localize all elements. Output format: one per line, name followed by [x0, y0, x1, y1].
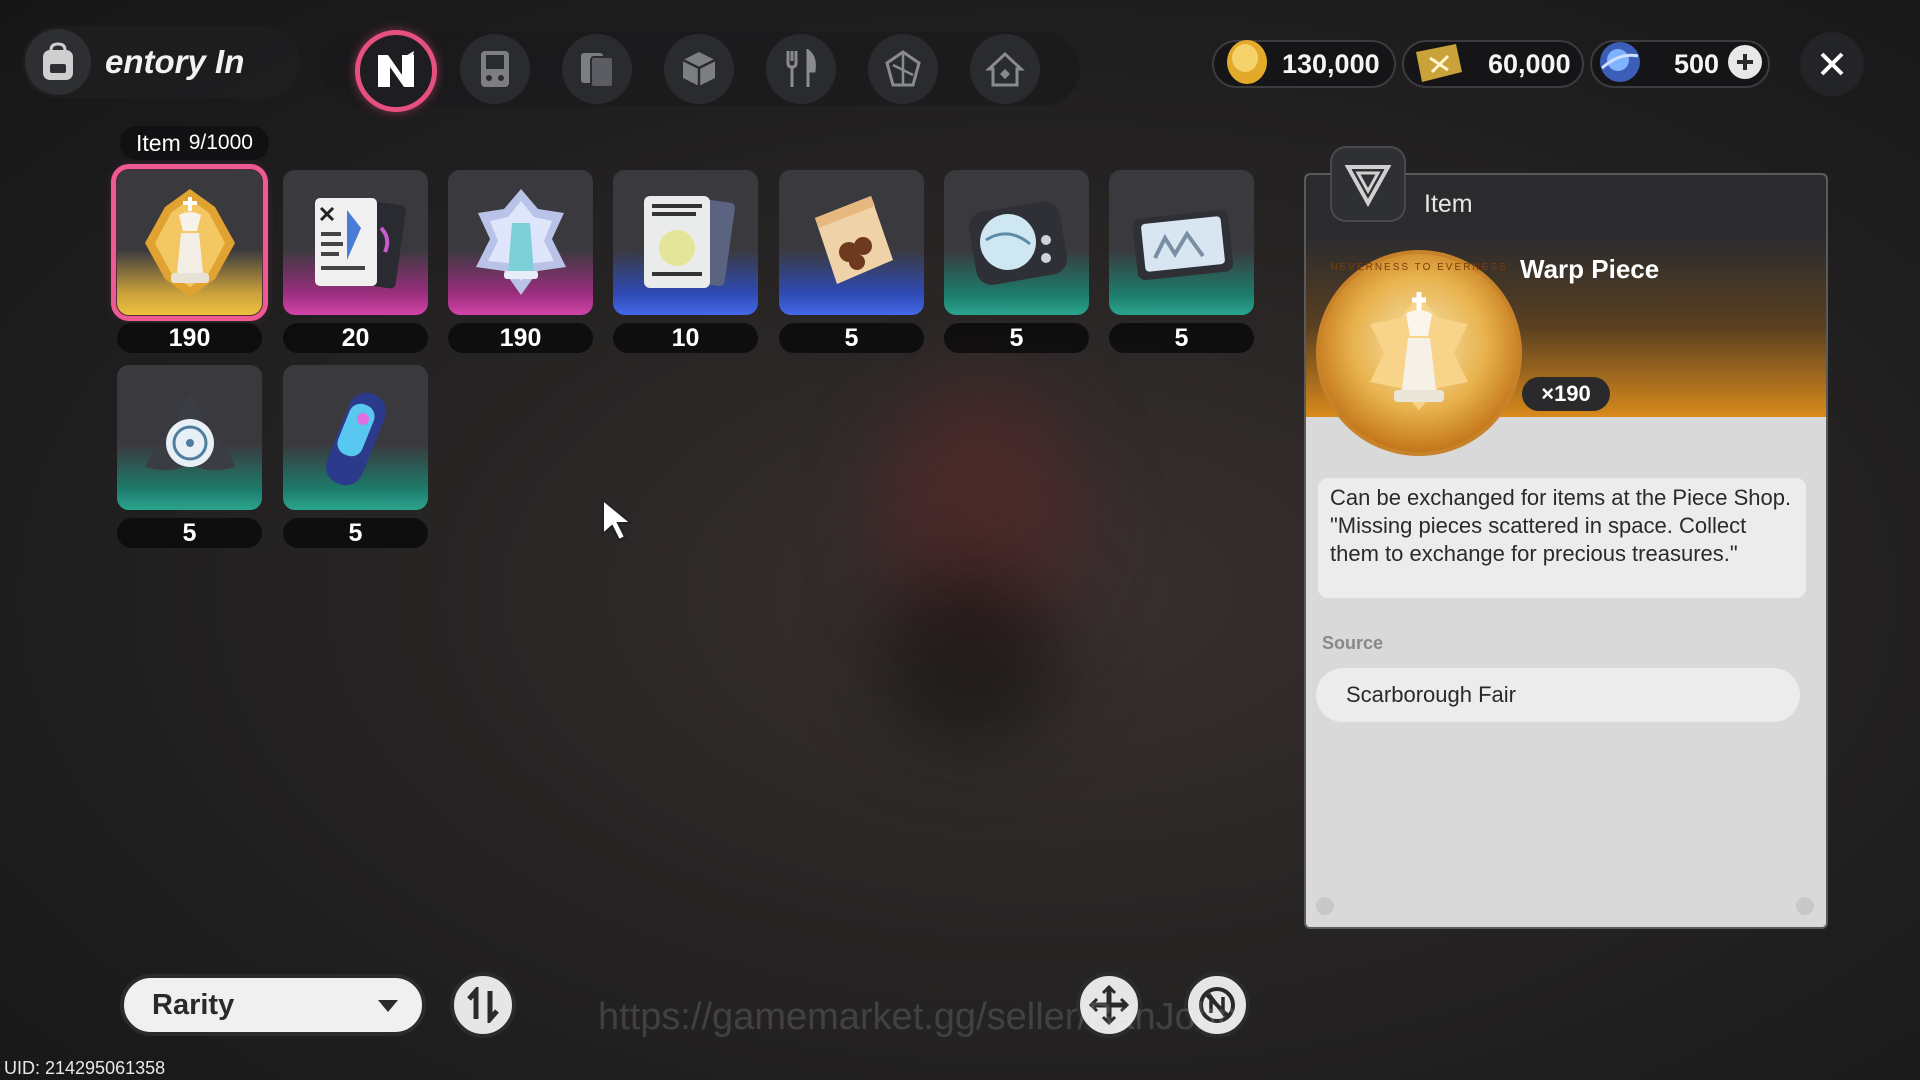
fork-knife-icon	[786, 49, 816, 87]
panel-corner-dot	[1316, 897, 1334, 915]
inventory-slot-item-7[interactable]: 5	[1109, 170, 1254, 353]
item-card	[283, 170, 428, 315]
item-quantity: 5	[1109, 323, 1254, 353]
item-count-label: Item 9/1000	[120, 126, 269, 160]
cube-icon	[682, 52, 716, 86]
item-quantity: 190	[117, 323, 262, 353]
item-quantity: 20	[283, 323, 428, 353]
item-card	[283, 365, 428, 510]
triangle-emblem-icon	[1344, 165, 1392, 207]
background-blur	[880, 560, 1060, 740]
add-currency-button[interactable]	[1728, 45, 1762, 79]
description-line-1: Can be exchanged for items at the Piece …	[1330, 485, 1792, 510]
inventory-slot-item-6[interactable]: 5	[944, 170, 1089, 353]
item-quantity: 5	[779, 323, 924, 353]
sort-label: Rarity	[152, 988, 235, 1021]
currency-gold: 130,000	[1212, 40, 1396, 88]
item-quantity: 5	[283, 518, 428, 548]
sort-dropdown[interactable]: Rarity	[120, 974, 426, 1036]
gold-coin-icon	[1227, 40, 1267, 84]
inventory-slot-item-2[interactable]: 20	[283, 170, 428, 353]
currency-ticket-value: 60,000	[1488, 48, 1571, 79]
cards-icon	[581, 53, 614, 88]
inventory-slot-item-3[interactable]: 190	[448, 170, 593, 353]
snack-bag-icon	[814, 195, 893, 284]
currency-orb: 500	[1590, 40, 1770, 88]
detail-category: Item	[1424, 190, 1473, 218]
sort-order-button[interactable]	[450, 972, 516, 1038]
crystal-icon	[885, 50, 921, 87]
sort-arrows-icon	[467, 987, 499, 1023]
watermark-text: https://gamemarket.gg/seller/BanJohn	[598, 996, 1239, 1038]
chess-king-medal-icon	[144, 188, 235, 297]
tab-food[interactable]	[766, 34, 836, 104]
user-id: UID: 214295061358	[4, 1058, 166, 1078]
category-tab-bar	[320, 30, 1080, 112]
inventory-slot-item-9[interactable]: 5	[283, 365, 428, 548]
item-quantity: 5	[944, 323, 1089, 353]
panel-corner-dot	[1796, 897, 1814, 915]
n-logo-icon	[378, 51, 414, 87]
close-icon	[1820, 52, 1844, 76]
tab-home[interactable]	[970, 34, 1040, 104]
description-line-2: "Missing pieces scattered in space. Coll…	[1330, 513, 1747, 566]
item-card	[613, 170, 758, 315]
item-quantity: 190	[448, 323, 593, 353]
speaker-device-icon	[968, 200, 1067, 285]
medal-engraved-text: NEVERNESS TO EVERNESS	[1330, 262, 1508, 273]
category-badge	[1330, 146, 1406, 222]
house-icon	[985, 51, 1025, 87]
caret-down-icon	[378, 1000, 398, 1012]
capsule-tube-icon	[325, 392, 386, 485]
detail-quantity: ×190	[1522, 377, 1610, 411]
inventory-slot-warp-piece[interactable]: 190	[111, 164, 268, 353]
currency-ticket: 60,000	[1402, 40, 1584, 88]
item-quantity: 5	[117, 518, 262, 548]
inventory-slot-item-4[interactable]: 10	[613, 170, 758, 353]
backpack-icon	[25, 29, 91, 95]
warp-piece-medal: NEVERNESS TO EVERNESS	[1316, 250, 1522, 456]
inventory-count: 9/1000	[188, 131, 253, 154]
tab-box[interactable]	[664, 34, 734, 104]
page-title: entory In	[105, 43, 245, 80]
currency-orb-value: 500	[1674, 48, 1720, 79]
gameboy-icon	[481, 51, 509, 87]
chess-king-icon	[1370, 292, 1468, 410]
item-card	[944, 170, 1089, 315]
notice-cards-icon	[643, 195, 735, 288]
source-label: Source	[1322, 633, 1384, 653]
tablet-photo-icon	[1132, 209, 1233, 280]
tab-item[interactable]	[355, 30, 437, 112]
item-card	[1109, 170, 1254, 315]
item-card	[779, 170, 924, 315]
silver-chess-piece-icon	[475, 188, 566, 295]
item-card	[111, 164, 268, 321]
document-cards-icon	[314, 197, 406, 288]
inventory-label: Item	[136, 129, 181, 156]
detail-description: Can be exchanged for items at the Piece …	[1318, 478, 1806, 598]
currency-gold-value: 130,000	[1282, 48, 1380, 79]
detail-item-name: Warp Piece	[1520, 254, 1660, 284]
item-card	[448, 170, 593, 315]
tab-cards[interactable]	[562, 34, 632, 104]
item-quantity: 10	[613, 323, 758, 353]
plus-icon	[1737, 54, 1753, 70]
tab-gadget[interactable]	[460, 34, 530, 104]
item-card	[117, 365, 262, 510]
mouse-cursor-icon	[602, 498, 634, 542]
inventory-title: entory In	[22, 26, 300, 98]
close-button[interactable]	[1800, 32, 1864, 96]
ticket-icon	[1416, 44, 1462, 82]
blue-orb-icon	[1600, 42, 1640, 82]
inventory-slot-item-8[interactable]: 5	[117, 365, 262, 548]
tab-material[interactable]	[868, 34, 938, 104]
fidget-spinner-icon	[144, 392, 235, 470]
inventory-slot-item-5[interactable]: 5	[779, 170, 924, 353]
source-link[interactable]: Scarborough Fair	[1316, 668, 1800, 722]
